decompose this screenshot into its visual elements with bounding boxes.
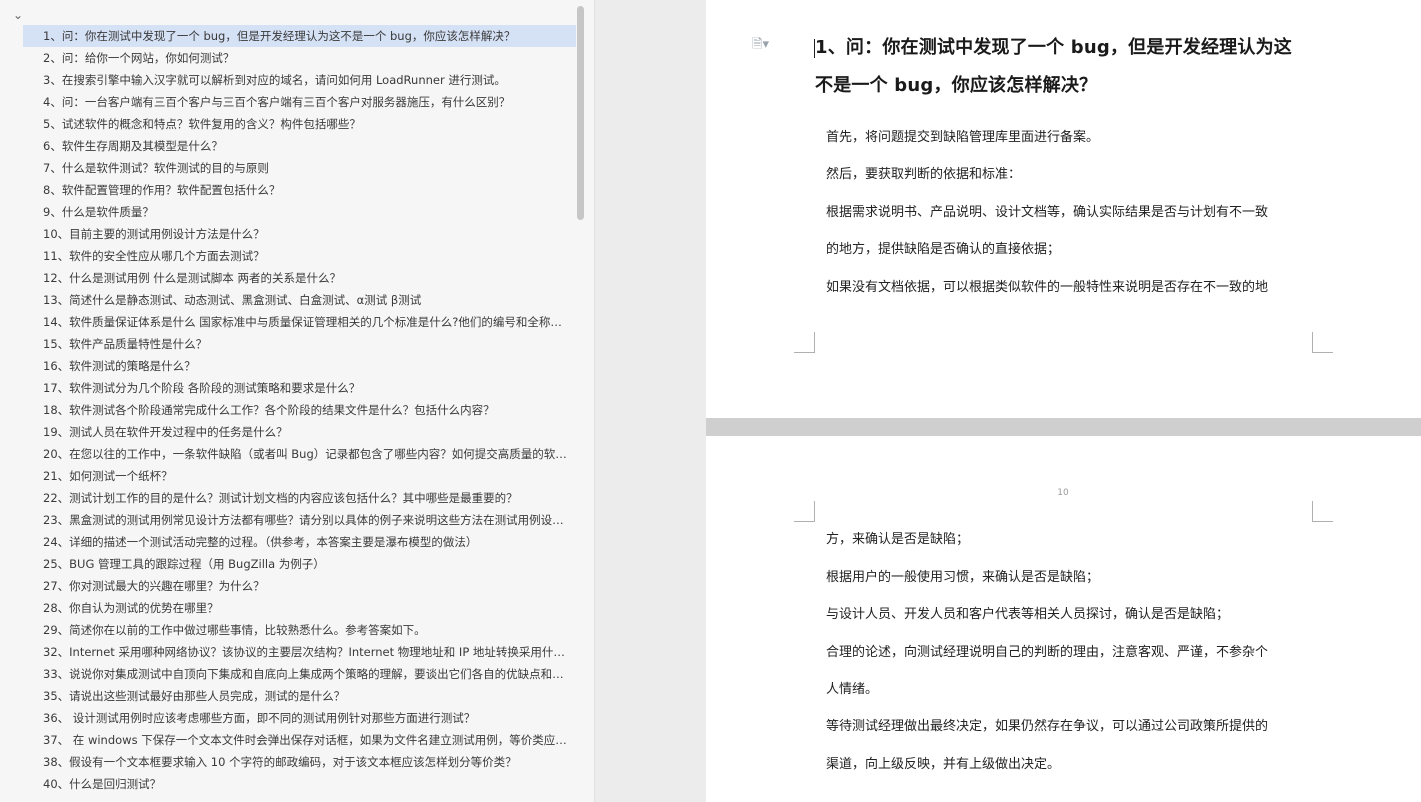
outline-item[interactable]: 15、软件产品质量特性是什么？ [23,333,576,355]
outline-item[interactable]: 38、假设有一个文本框要求输入 10 个字符的邮政编码，对于该文本框应该怎样划分… [23,751,576,773]
heading-line: 1、问：你在测试中发现了一个 bug，但是开发经理认为这 [815,37,1292,58]
outline-item[interactable]: 19、测试人员在软件开发过程中的任务是什么？ [23,421,576,443]
outline-item[interactable]: 16、软件测试的策略是什么？ [23,355,576,377]
paragraph: 方，来确认是否是缺陷； [826,532,970,547]
outline-item[interactable]: 11、软件的安全性应从哪几个方面去测试？ [23,245,576,267]
app-window: ⌄ 1、问：你在测试中发现了一个 bug，但是开发经理认为这不是一个 bug，你… [0,0,1421,802]
document-icon[interactable]: 🗎▾ [752,37,778,53]
outline-item[interactable]: 18、软件测试各个阶段通常完成什么工作？各个阶段的结果文件是什么？包括什么内容？ [23,399,576,421]
outline-item[interactable]: 35、请说出这些测试最好由那些人员完成，测试的是什么？ [23,685,576,707]
outline-item[interactable]: 17、软件测试分为几个阶段 各阶段的测试策略和要求是什么？ [23,377,576,399]
paragraph: 合理的论述，向测试经理说明自己的判断的理由，注意客观、严谨，不参杂个 [826,645,1269,660]
paragraph: 等待测试经理做出最终决定，如果仍然存在争议，可以通过公司政策所提供的 [826,719,1269,734]
outline-item[interactable]: 32、Internet 采用哪种网络协议？该协议的主要层次结构？Internet… [23,641,576,663]
paragraph: 然后，要获取判断的依据和标准： [826,167,1022,182]
outline-item[interactable]: 33、说说你对集成测试中自顶向下集成和自底向上集成两个策略的理解，要谈出它们各自… [23,663,576,685]
outline-item[interactable]: 20、在您以往的工作中，一条软件缺陷（或者叫 Bug）记录都包含了哪些内容？如何… [23,443,576,465]
paragraph: 与设计人员、开发人员和客户代表等相关人员探讨，确认是否是缺陷； [826,607,1230,622]
document-area: 🗎▾ 1、问：你在测试中发现了一个 bug，但是开发经理认为这 不是一个 bug… [595,0,1421,802]
outline-item[interactable]: 37、 在 windows 下保存一个文本文件时会弹出保存对话框，如果为文件名建… [23,729,576,751]
outline-panel: ⌄ 1、问：你在测试中发现了一个 bug，但是开发经理认为这不是一个 bug，你… [0,0,595,802]
paragraph: 人情绪。 [826,682,879,697]
outline-item[interactable]: 40、什么是回归测试？ [23,773,576,795]
document-page[interactable]: 🗎▾ 1、问：你在测试中发现了一个 bug，但是开发经理认为这 不是一个 bug… [706,0,1421,418]
paragraph: 根据用户的一般使用习惯，来确认是否是缺陷； [826,570,1100,585]
outline-item[interactable]: 14、软件质量保证体系是什么 国家标准中与质量保证管理相关的几个标准是什么?他们… [23,311,576,333]
outline-item[interactable]: 8、软件配置管理的作用？软件配置包括什么？ [23,179,576,201]
chevron-down-icon[interactable]: ⌄ [11,8,25,22]
outline-item[interactable]: 27、你对测试最大的兴趣在哪里？为什么？ [23,575,576,597]
outline-list: 1、问：你在测试中发现了一个 bug，但是开发经理认为这不是一个 bug，你应该… [23,25,576,795]
outline-item[interactable]: 28、你自认为测试的优势在哪里？ [23,597,576,619]
page-corner-mark [1312,501,1333,522]
outline-item[interactable]: 36、 设计测试用例时应该考虑哪些方面，即不同的测试用例针对那些方面进行测试？ [23,707,576,729]
page-corner-mark [794,332,815,353]
outline-item[interactable]: 7、什么是软件测试？软件测试的目的与原则 [23,157,576,179]
outline-item[interactable]: 12、什么是测试用例 什么是测试脚本 两者的关系是什么？ [23,267,576,289]
outline-item[interactable]: 24、详细的描述一个测试活动完整的过程。（供参考，本答案主要是瀑布模型的做法） [23,531,576,553]
page-corner-mark [794,501,815,522]
outline-item[interactable]: 1、问：你在测试中发现了一个 bug，但是开发经理认为这不是一个 bug，你应该… [23,25,576,47]
outline-item[interactable]: 3、在搜索引擎中输入汉字就可以解析到对应的域名，请问如何用 LoadRunner… [23,69,576,91]
paragraph: 首先，将问题提交到缺陷管理库里面进行备案。 [826,130,1100,145]
heading-line: 不是一个 bug，你应该怎样解决？ [815,75,1098,96]
paragraph: 如果没有文档依据，可以根据类似软件的一般特性来说明是否存在不一致的地 [826,280,1269,295]
outline-scrollbar[interactable] [577,6,584,220]
page-separator [706,418,1421,436]
outline-item[interactable]: 5、试述软件的概念和特点？软件复用的含义？构件包括哪些？ [23,113,576,135]
outline-item[interactable]: 10、目前主要的测试用例设计方法是什么？ [23,223,576,245]
outline-item[interactable]: 4、问：一台客户端有三百个客户与三百个客户端有三百个客户对服务器施压，有什么区别… [23,91,576,113]
outline-item[interactable]: 9、什么是软件质量？ [23,201,576,223]
outline-item[interactable]: 23、黑盒测试的测试用例常见设计方法都有哪些？请分别以具体的例子来说明这些方法在… [23,509,576,531]
paragraph: 的地方，提供缺陷是否确认的直接依据； [826,242,1061,257]
outline-item[interactable]: 29、简述你在以前的工作中做过哪些事情，比较熟悉什么。参考答案如下。 [23,619,576,641]
page-corner-mark [1312,332,1333,353]
document-page[interactable]: 10 方，来确认是否是缺陷； 根据用户的一般使用习惯，来确认是否是缺陷； 与设计… [706,436,1421,802]
page-number: 10 [1057,488,1069,498]
outline-item[interactable]: 2、问：给你一个网站，你如何测试？ [23,47,576,69]
outline-item[interactable]: 21、如何测试一个纸杯？ [23,465,576,487]
outline-item[interactable]: 25、BUG 管理工具的跟踪过程（用 BugZilla 为例子） [23,553,576,575]
paragraph: 渠道，向上级反映，并有上级做出决定。 [826,757,1061,772]
paragraph: 根据需求说明书、产品说明、设计文档等，确认实际结果是否与计划有不一致 [826,205,1269,220]
outline-item[interactable]: 22、测试计划工作的目的是什么？测试计划文档的内容应该包括什么？其中哪些是最重要… [23,487,576,509]
outline-item[interactable]: 13、简述什么是静态测试、动态测试、黑盒测试、白盒测试、α测试 β测试 [23,289,576,311]
outline-item[interactable]: 6、软件生存周期及其模型是什么？ [23,135,576,157]
section-heading: 1、问：你在测试中发现了一个 bug，但是开发经理认为这 不是一个 bug，你应… [815,29,1335,105]
